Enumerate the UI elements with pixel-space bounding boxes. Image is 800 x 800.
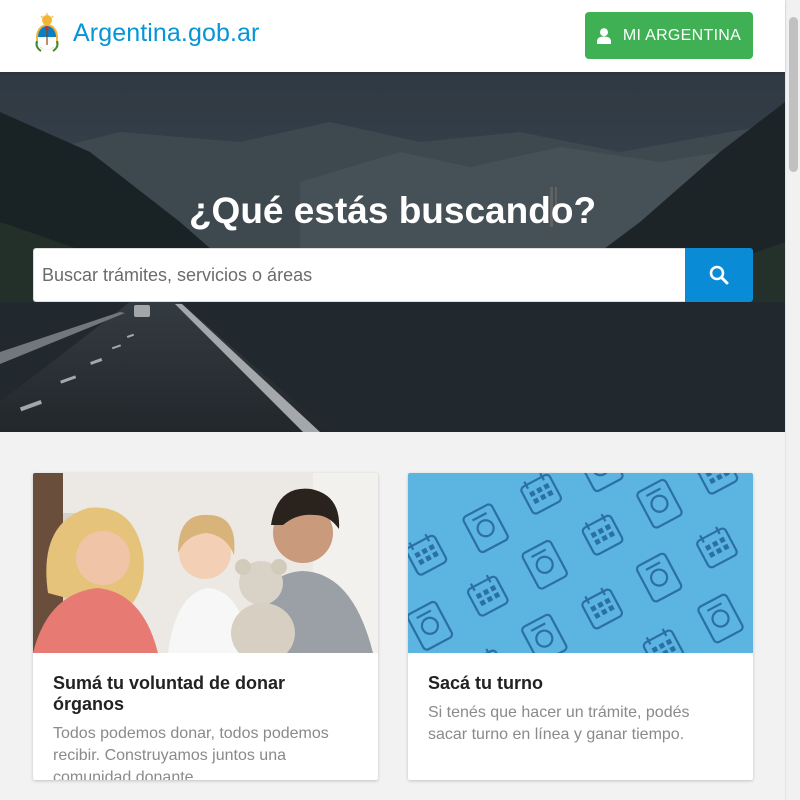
card-saca-tu-turno[interactable]: Sacá tu turno Si tenés que hacer un trám… [408, 473, 753, 780]
mi-argentina-label: MI ARGENTINA [622, 26, 742, 44]
scrollbar-thumb[interactable] [789, 17, 798, 172]
page-scrollbar[interactable] [785, 0, 800, 800]
search-bar [33, 248, 753, 302]
card-description: Si tenés que hacer un trámite, podés sac… [428, 704, 690, 743]
card-body: Sumá tu voluntad de donar órganos Todos … [33, 653, 378, 780]
card-description: Todos podemos donar, todos podemos recib… [53, 725, 329, 780]
site-logo[interactable]: Argentina.gob.ar [33, 13, 259, 53]
card-title: Sacá tu turno [428, 673, 544, 693]
hero-section: ¿Qué estás buscando? [0, 72, 785, 432]
card-title: Sumá tu voluntad de donar órganos [53, 673, 286, 714]
card-donar-organos[interactable]: Sumá tu voluntad de donar órganos Todos … [33, 473, 378, 780]
search-button[interactable] [685, 248, 753, 302]
family-photo [33, 473, 378, 653]
logo-text: Argentina.gob.ar [73, 18, 260, 47]
turnos-pattern-image [408, 473, 753, 653]
mi-argentina-button[interactable]: MI ARGENTINA [585, 12, 753, 59]
search-input[interactable] [33, 248, 685, 302]
card-body: Sacá tu turno Si tenés que hacer un trám… [408, 653, 753, 746]
site-header: Argentina.gob.ar MI ARGENTINA [0, 0, 785, 72]
user-icon [596, 27, 611, 44]
search-icon [709, 265, 729, 285]
argentina-coat-of-arms-icon [35, 13, 59, 52]
hero-title: ¿Qué estás buscando? [188, 190, 597, 231]
